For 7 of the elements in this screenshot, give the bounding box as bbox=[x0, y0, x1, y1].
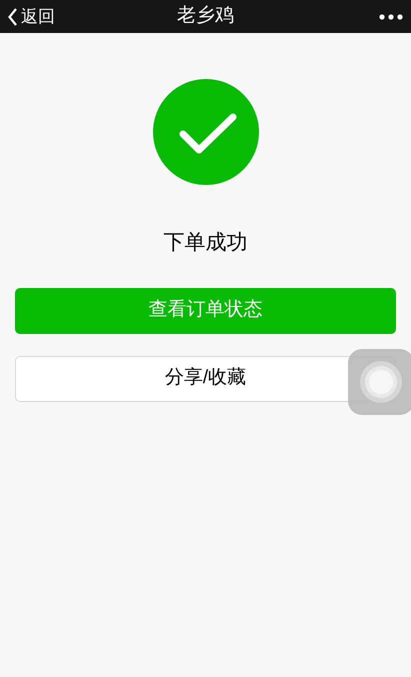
success-check-icon bbox=[152, 79, 258, 185]
more-icon[interactable] bbox=[379, 14, 403, 20]
circle-icon bbox=[359, 360, 403, 404]
back-button[interactable]: 返回 bbox=[8, 4, 55, 30]
success-message: 下单成功 bbox=[164, 230, 248, 256]
window-title: 老乡鸡 bbox=[177, 4, 234, 28]
back-chevron-icon bbox=[8, 8, 18, 26]
